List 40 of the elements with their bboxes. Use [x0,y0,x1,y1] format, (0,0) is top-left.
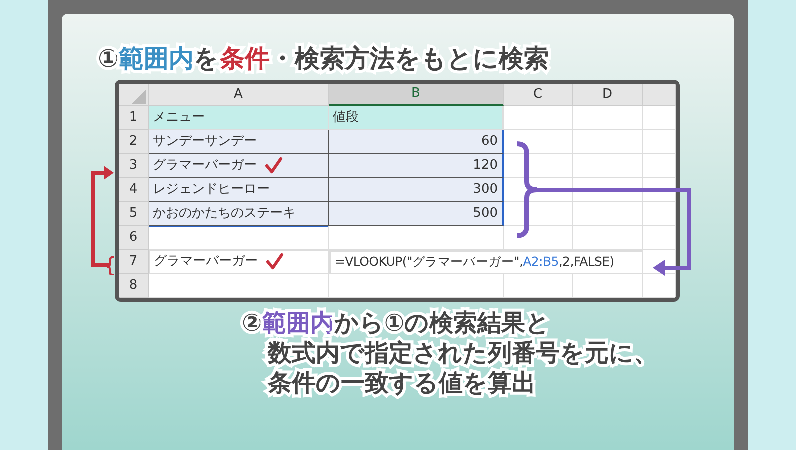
table-cell: 500 [329,202,504,226]
table-cell-text: グラマーバーガー [154,253,258,272]
table-cell-text: メニュー [153,108,205,127]
table-cell-text: サンデーサンデー [153,132,257,151]
empty-cell [643,106,676,130]
column-header[interactable]: D [573,84,643,106]
formula-cell[interactable]: =VLOOKUP("グラマーバーガー",A2:B5,2,FALSE) [329,250,643,274]
empty-cell [643,154,676,178]
caption-text: ②範囲内から①の検索結果と 数式内で指定された列番号を元に、 条件の一致する値を算出 [241,308,659,398]
empty-cell [643,226,676,250]
table-cell-text: レジェンドヒーロー [153,180,270,199]
corner-triangle-icon [132,90,146,104]
row-number: 1 [119,106,149,130]
empty-cell [643,130,676,154]
column-header[interactable]: B [329,84,504,106]
empty-cell [504,274,573,298]
slide-title: ①範囲内を条件・検索方法をもとに検索 [97,43,550,75]
row-number: 5 [119,202,149,226]
empty-cell [573,106,643,130]
table-cell-text: かおのかたちのステーキ [153,204,296,223]
table-cell: 値段 [329,106,504,130]
brace-icon [106,256,114,275]
row-number: 7 [119,250,149,274]
row-number: 3 [119,154,149,178]
table-cell: 120 [329,154,504,178]
empty-cell [573,130,643,154]
empty-cell [573,274,643,298]
empty-cell [573,178,643,202]
column-header[interactable]: C [504,84,573,106]
table-cell-text: グラマーバーガー [153,156,257,175]
empty-cell [643,202,676,226]
empty-cell [573,154,643,178]
empty-cell [643,178,676,202]
table-cell: 60 [329,130,504,154]
empty-cell [573,202,643,226]
row-number: 4 [119,178,149,202]
row-number: 8 [119,274,149,298]
row-number: 2 [119,130,149,154]
table-cell: 300 [329,178,504,202]
row-number: 6 [119,226,149,250]
